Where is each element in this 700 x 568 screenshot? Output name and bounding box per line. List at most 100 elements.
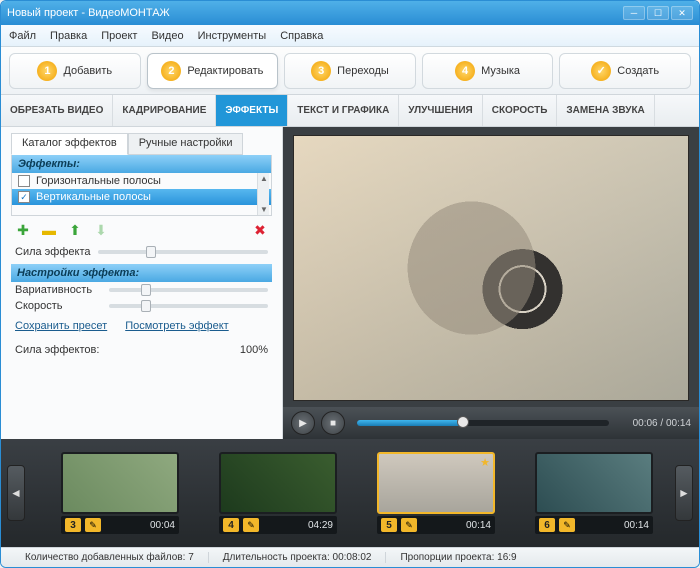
star-icon: ★ <box>480 456 490 469</box>
variability-slider[interactable] <box>109 288 268 292</box>
menubar: Файл Правка Проект Видео Инструменты Спр… <box>1 25 699 47</box>
step-add[interactable]: 1 Добавить <box>9 53 141 89</box>
step-label: Переходы <box>337 65 389 77</box>
main-row: Каталог эффектов Ручные настройки Эффект… <box>1 127 699 439</box>
preset-links: Сохранить пресет Посмотреть эффект <box>11 314 272 338</box>
clip-index: 4 <box>223 518 239 532</box>
clip-thumb[interactable] <box>219 452 337 514</box>
edit-subtabs: ОБРЕЗАТЬ ВИДЕО КАДРИРОВАНИЕ ЭФФЕКТЫ ТЕКС… <box>1 95 699 127</box>
effect-label: Вертикальные полосы <box>36 191 151 203</box>
clip-thumb[interactable] <box>61 452 179 514</box>
clip-thumb[interactable]: ★ <box>377 452 495 514</box>
menu-edit[interactable]: Правка <box>50 30 87 42</box>
speed-row: Скорость <box>11 298 272 314</box>
step-label: Создать <box>617 65 659 77</box>
clip-duration: 00:14 <box>421 520 491 531</box>
preview-effect-link[interactable]: Посмотреть эффект <box>125 320 229 332</box>
preview-video[interactable] <box>293 135 689 401</box>
play-button[interactable]: ▶ <box>291 411 315 435</box>
clip[interactable]: 3 ✎ 00:04 <box>61 452 179 534</box>
seek-bar[interactable] <box>357 420 609 426</box>
maximize-button[interactable]: ☐ <box>647 6 669 20</box>
subtab-trim[interactable]: ОБРЕЗАТЬ ВИДЕО <box>1 95 113 126</box>
variability-label: Вариативность <box>15 284 101 296</box>
step-transitions[interactable]: 3 Переходы <box>284 53 416 89</box>
subtab-enhance[interactable]: УЛУЧШЕНИЯ <box>399 95 482 126</box>
add-icon[interactable]: ✚ <box>15 222 31 238</box>
clips-strip[interactable]: 2.0 3✎00:04 2.0 4✎04:29 2.0 ★ 5✎00:14 <box>31 452 669 534</box>
move-up-icon[interactable]: ⬆ <box>67 222 83 238</box>
save-preset-link[interactable]: Сохранить пресет <box>15 320 107 332</box>
delete-icon[interactable]: ✖ <box>252 222 268 238</box>
step-badge-check <box>591 61 611 81</box>
clip[interactable]: 4 ✎ 04:29 <box>219 452 337 534</box>
effects-header: Эффекты: <box>12 155 271 173</box>
subtab-audio[interactable]: ЗАМЕНА ЗВУКА <box>557 95 654 126</box>
step-label: Музыка <box>481 65 520 77</box>
menu-tools[interactable]: Инструменты <box>198 30 267 42</box>
step-label: Добавить <box>63 65 112 77</box>
subtab-text[interactable]: ТЕКСТ И ГРАФИКА <box>288 95 399 126</box>
subtab-speed[interactable]: СКОРОСТЬ <box>483 95 558 126</box>
global-strength-label: Сила эффектов: <box>15 344 99 356</box>
timeline-next[interactable]: ► <box>675 465 693 521</box>
inner-tabs: Каталог эффектов Ручные настройки <box>11 133 272 155</box>
strength-slider[interactable] <box>98 250 268 254</box>
subtab-effects[interactable]: ЭФФЕКТЫ <box>216 95 288 126</box>
timeline-prev[interactable]: ◄ <box>7 465 25 521</box>
settings-header: Настройки эффекта: <box>11 264 272 282</box>
effect-row[interactable]: ✓ Вертикальные полосы <box>12 189 271 205</box>
window-title: Новый проект - ВидеоМОНТАЖ <box>7 7 621 19</box>
close-button[interactable]: ✕ <box>671 6 693 20</box>
effects-section: Эффекты: Горизонтальные полосы ✓ Вертика… <box>11 155 272 216</box>
clip[interactable]: ★ 5 ✎ 00:14 <box>377 452 495 534</box>
clip-index: 3 <box>65 518 81 532</box>
status-aspect-value: 16:9 <box>497 552 516 563</box>
edit-clip-icon[interactable]: ✎ <box>243 518 259 532</box>
status-aspect-label: Пропорции проекта: <box>400 552 494 563</box>
stop-button[interactable]: ■ <box>321 411 345 435</box>
tab-manual[interactable]: Ручные настройки <box>128 133 244 155</box>
status-duration-value: 00:08:02 <box>333 552 372 563</box>
edit-clip-icon[interactable]: ✎ <box>559 518 575 532</box>
effects-panel: Каталог эффектов Ручные настройки Эффект… <box>1 127 283 439</box>
global-strength-value: 100% <box>240 344 268 356</box>
menu-video[interactable]: Видео <box>151 30 183 42</box>
effect-row[interactable]: Горизонтальные полосы <box>12 173 271 189</box>
minimize-button[interactable]: ─ <box>623 6 645 20</box>
step-edit[interactable]: 2Редактировать <box>147 53 279 89</box>
clip-index: 5 <box>381 518 397 532</box>
edit-clip-icon[interactable]: ✎ <box>401 518 417 532</box>
remove-icon[interactable]: ▬ <box>41 222 57 238</box>
titlebar: Новый проект - ВидеоМОНТАЖ ─ ☐ ✕ <box>1 1 699 25</box>
clip-duration: 04:29 <box>263 520 333 531</box>
move-down-icon[interactable]: ⬇ <box>93 222 109 238</box>
effect-toolbar: ✚ ▬ ⬆ ⬇ ✖ <box>11 216 272 244</box>
effect-checkbox[interactable]: ✓ <box>18 191 30 203</box>
effects-scrollbar[interactable] <box>257 173 269 215</box>
step-badge-1: 1 <box>37 61 57 81</box>
step-music[interactable]: 4 Музыка <box>422 53 554 89</box>
status-files-label: Количество добавленных файлов: <box>25 552 185 563</box>
clip[interactable]: 6✎00:14 <box>535 452 653 534</box>
clip-thumb[interactable] <box>535 452 653 514</box>
variability-row: Вариативность <box>11 282 272 298</box>
effect-checkbox[interactable] <box>18 175 30 187</box>
subtab-crop[interactable]: КАДРИРОВАНИЕ <box>113 95 216 126</box>
menu-project[interactable]: Проект <box>101 30 137 42</box>
status-duration-label: Длительность проекта: <box>223 552 330 563</box>
clip-duration: 00:04 <box>105 520 175 531</box>
step-badge-3: 3 <box>311 61 331 81</box>
speed-slider[interactable] <box>109 304 268 308</box>
menu-file[interactable]: Файл <box>9 30 36 42</box>
step-badge-4: 4 <box>455 61 475 81</box>
time-display: 00:06 / 00:14 <box>621 418 691 429</box>
effects-list[interactable]: Горизонтальные полосы ✓ Вертикальные пол… <box>12 173 271 215</box>
step-tabs: 1 Добавить 2Редактировать 3 Переходы 4 Музы… <box>1 47 699 95</box>
menu-help[interactable]: Справка <box>280 30 323 42</box>
tab-catalog[interactable]: Каталог эффектов <box>11 133 128 155</box>
step-create[interactable]: Создать <box>559 53 691 89</box>
effect-label: Горизонтальные полосы <box>36 175 161 187</box>
edit-clip-icon[interactable]: ✎ <box>85 518 101 532</box>
timeline: ◄ 2.0 3✎00:04 2.0 4✎04:29 2.0 ★ <box>1 439 699 547</box>
